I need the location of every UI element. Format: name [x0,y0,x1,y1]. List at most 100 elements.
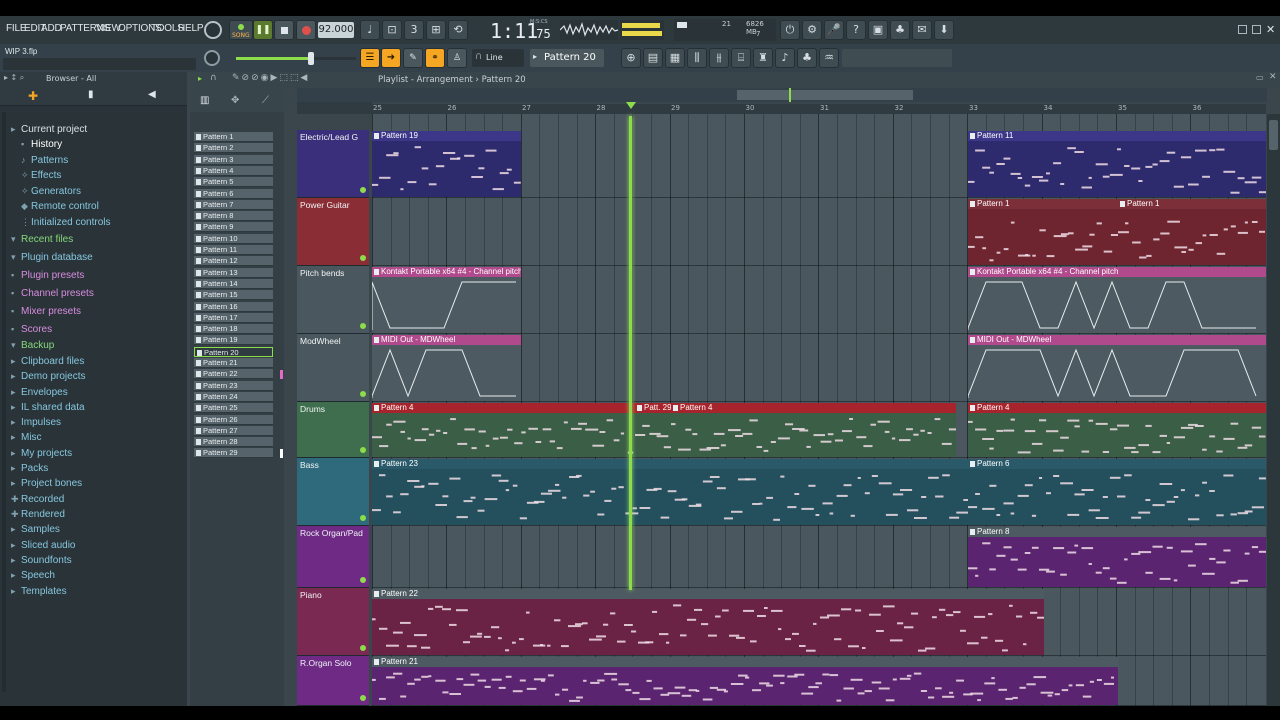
close-window-icon[interactable]: ✕ [1266,23,1275,36]
link-icon[interactable]: ⚭ [425,48,445,68]
browser-plus-icon[interactable]: ✚ [28,89,38,103]
track-led-icon[interactable] [360,577,366,583]
track-led-icon[interactable] [360,695,366,701]
plugin-manager-icon[interactable]: ♣ [797,48,817,68]
pattern-prev-icon[interactable]: ▸ [533,52,537,61]
edison-icon[interactable]: ♒ [819,48,839,68]
browser-speaker-icon[interactable]: ◀ [148,89,156,100]
clip-pattern-22[interactable]: Pattern 22 [372,589,1044,655]
browser-item-soundfonts[interactable]: ▸ Soundfonts [11,555,72,569]
playlist-vertical-scrollbar[interactable] [1267,114,1280,706]
track-led-icon[interactable] [360,515,366,521]
reset-icon[interactable]: ⏻ [780,20,800,40]
pattern-list-item[interactable]: Pattern 6 [194,188,273,199]
browser-item-impulses[interactable]: ▸ Impulses [11,417,61,431]
track-header-piano[interactable]: Piano [297,588,369,656]
track-header-power-guitar[interactable]: Power Guitar [297,198,369,266]
clip-midi-out-mdwheel[interactable]: MIDI Out - MDWheel [968,335,1266,401]
browser-item-plugin-database[interactable]: ▾ Plugin database [11,252,93,266]
browser-item-recorded[interactable]: ✚ Recorded [11,494,64,508]
tempo-display[interactable]: 92.000 [318,22,354,38]
news-panel[interactable] [842,49,952,67]
browser-item-sliced-audio[interactable]: ▸ Sliced audio [11,540,75,554]
track-led-icon[interactable] [360,391,366,397]
play-arrow-icon[interactable]: ➜ [381,48,401,68]
browser-item-project-bones[interactable]: ▸ Project bones [11,478,82,492]
clip-pattern-4[interactable]: Pattern 4 [372,403,635,457]
browser-item-remote-control[interactable]: ◆ Remote control [21,201,99,215]
pattern-list-item[interactable]: Pattern 8 [194,211,273,222]
menu-add[interactable]: ADD [41,23,62,34]
clip-pattern-6[interactable]: Pattern 6 [968,459,1266,525]
browser-scrollbar[interactable] [2,112,6,692]
chat-icon[interactable]: ✉ [912,20,932,40]
browser-item-backup[interactable]: ▾ Backup [11,340,54,354]
clip-kontakt-portable-x64-4-channel-pitch[interactable]: Kontakt Portable x64 #4 - Channel pitch [372,267,521,333]
save-icon[interactable]: ▣ [868,20,888,40]
playlist-close-icon[interactable]: ✕ [1269,72,1277,82]
clip-pattern-21[interactable]: Pattern 21 [372,657,1118,705]
playlist-minimize-icon[interactable]: ▭ [1256,73,1264,82]
pattern-list-item[interactable]: Pattern 18 [194,324,273,335]
master-pitch-slider[interactable] [236,52,356,65]
browser-item-my-projects[interactable]: ▸ My projects [11,448,72,462]
track-header-bass[interactable]: Bass [297,458,369,526]
browser-item-current-project[interactable]: ▸ Current project [11,124,87,138]
browser-item-misc[interactable]: ▸ Misc [11,432,42,446]
automation-icon[interactable]: ⟋ [262,95,269,106]
pattern-list-item[interactable]: Pattern 4 [194,165,273,176]
snap-selector[interactable]: ∩ Line [472,49,524,67]
scroll-thumb[interactable] [1269,120,1278,150]
clip-pattern-1[interactable]: Pattern 1 [968,199,1118,265]
pattern-list-item[interactable]: Pattern 3 [194,154,273,165]
master-volume-knob[interactable] [204,21,222,39]
playhead-marker-icon[interactable] [626,102,636,109]
pattern-list-item[interactable]: Pattern 20 [194,346,273,357]
download-icon[interactable]: ⬇ [934,20,954,40]
browser-item-generators[interactable]: ✧ Generators [21,186,81,200]
draw-tool-icon[interactable]: ✎ [403,48,423,68]
minimize-window-icon[interactable] [1238,25,1247,34]
pattern-list-item[interactable]: Pattern 9 [194,222,273,233]
pattern-list-item[interactable]: Pattern 21 [194,358,273,368]
clip-patt-29[interactable]: Patt. 29 [635,403,671,457]
pattern-list-item[interactable]: Pattern 25 [194,403,273,414]
track-led-icon[interactable] [360,645,366,651]
browser-item-il-shared-data[interactable]: ▸ IL shared data [11,402,85,416]
playlist-tools-icons[interactable]: ✎⊘⊘◉▶⬚⬚◀ [232,73,309,83]
pattern-list-item[interactable]: Pattern 27 [194,425,273,436]
pattern-list-item[interactable]: Pattern 5 [194,177,273,188]
browser-item-envelopes[interactable]: ▸ Envelopes [11,387,68,401]
tempo-tapper-icon[interactable]: ♪ [775,48,795,68]
countdown-icon[interactable]: 3 [404,20,424,40]
help-icon[interactable]: ? [846,20,866,40]
browser-item-speech[interactable]: ▸ Speech [11,570,55,584]
browser-item-mixer-presets[interactable]: ▪ Mixer presets [11,306,81,320]
mixer-faders-icon[interactable]: ⫵ [709,48,729,68]
stamp-icon[interactable]: ♙ [447,48,467,68]
pattern-add-icon[interactable]: ⊕ [621,48,641,68]
metronome-icon[interactable]: ♩ [360,20,380,40]
mixer-icon[interactable]: ⚙ [802,20,822,40]
pattern-list-item[interactable]: Pattern 22 [194,369,273,380]
pattern-list-item[interactable]: Pattern 12 [194,256,273,267]
plugin-icon[interactable]: ♜ [753,48,773,68]
clip-kontakt-portable-x64-4-channel-pitch[interactable]: Kontakt Portable x64 #4 - Channel pitch [968,267,1266,333]
browser-item-effects[interactable]: ✧ Effects [21,170,61,184]
browser-item-plugin-presets[interactable]: ▪ Plugin presets [11,270,84,284]
browser-item-channel-presets[interactable]: ▪ Channel presets [11,288,94,302]
pattern-list-item[interactable]: Pattern 28 [194,437,273,448]
track-led-icon[interactable] [360,323,366,329]
pattern-selector[interactable]: ▸ Pattern 20 [530,49,604,67]
track-header-r-organ-solo[interactable]: R.Organ Solo [297,656,369,706]
browser-item-patterns[interactable]: ♪ Patterns [21,155,68,169]
track-header-rock-organ-pad[interactable]: Rock Organ/Pad [297,526,369,588]
browser-item-templates[interactable]: ▸ Templates [11,586,67,600]
browser-item-history[interactable]: ▪ History [21,139,62,153]
step-edit-icon[interactable]: ⊞ [426,20,446,40]
track-header-modwheel[interactable]: ModWheel [297,334,369,402]
pattern-list-item[interactable]: Pattern 15 [194,290,273,301]
wait-for-input-icon[interactable]: ⊡ [382,20,402,40]
mixer-view-icon[interactable]: ⫼ [687,48,707,68]
playlist-arrow-icon[interactable]: ▸ [198,74,202,83]
